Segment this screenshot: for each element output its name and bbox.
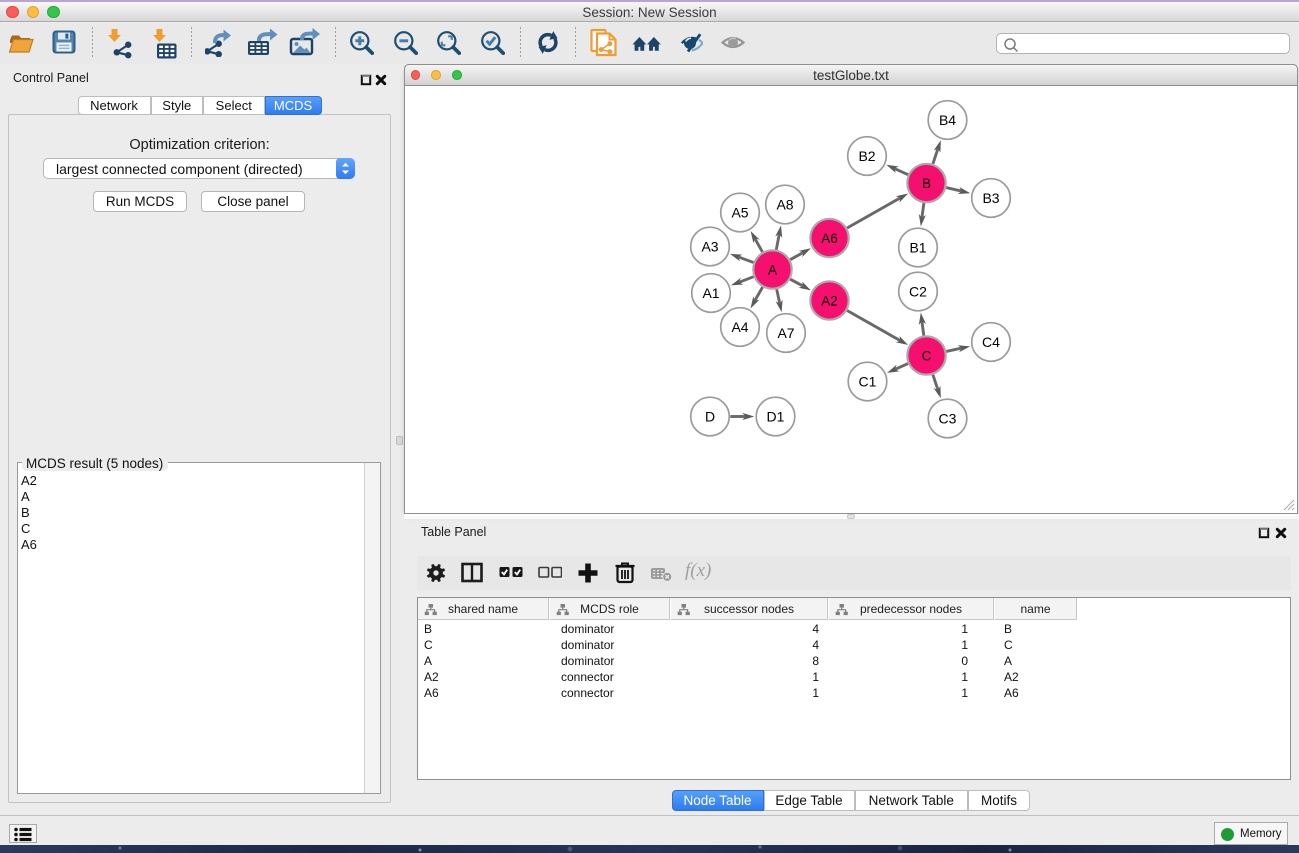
svg-text:A2: A2 (821, 293, 838, 308)
svg-text:A8: A8 (776, 196, 793, 212)
svg-text:A6: A6 (821, 231, 838, 246)
svg-text:B3: B3 (982, 190, 999, 206)
svg-text:C4: C4 (982, 334, 1000, 350)
svg-text:C3: C3 (939, 410, 957, 426)
svg-text:A4: A4 (731, 319, 748, 335)
svg-text:B4: B4 (939, 112, 956, 128)
svg-text:C1: C1 (859, 373, 877, 389)
svg-text:D1: D1 (767, 408, 785, 424)
svg-text:B1: B1 (909, 239, 926, 255)
svg-text:D: D (705, 408, 715, 424)
svg-text:A: A (768, 262, 777, 277)
svg-text:A3: A3 (701, 238, 718, 254)
svg-text:B2: B2 (858, 148, 875, 164)
svg-text:A5: A5 (731, 204, 748, 220)
svg-text:A7: A7 (777, 325, 794, 341)
svg-text:C2: C2 (909, 283, 927, 299)
svg-text:B: B (922, 176, 931, 191)
svg-text:A1: A1 (702, 285, 719, 301)
svg-text:C: C (922, 348, 932, 363)
